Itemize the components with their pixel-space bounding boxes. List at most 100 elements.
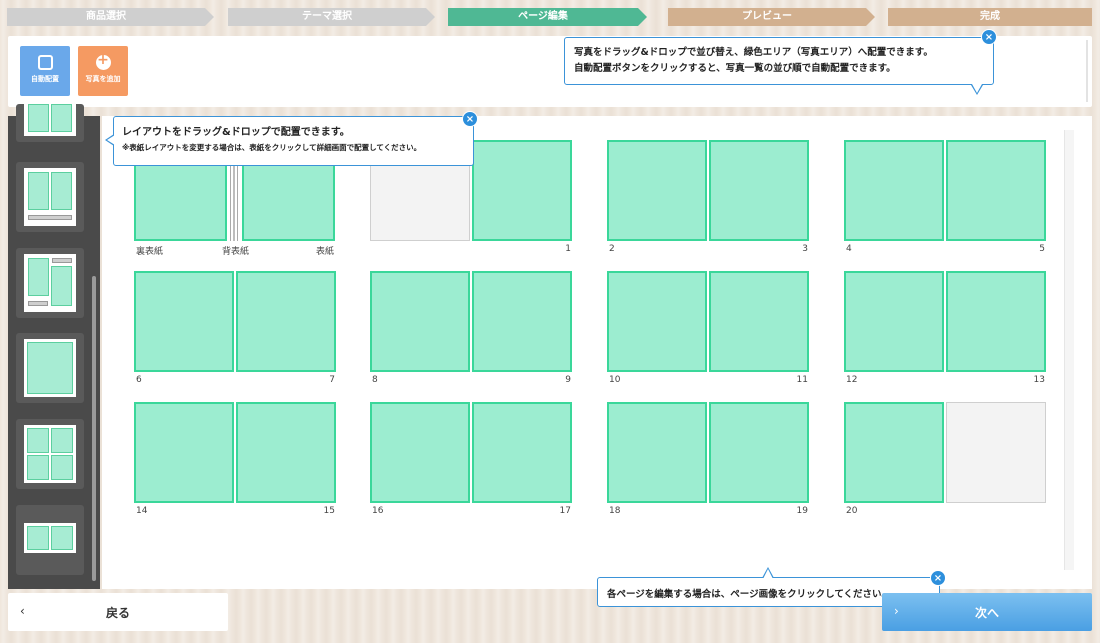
page-20[interactable] (844, 402, 944, 503)
auto-layout-button[interactable]: 自動配置 (20, 46, 70, 96)
page-4[interactable] (844, 140, 944, 241)
spread-p18-19[interactable]: 18 19 (607, 402, 810, 516)
layout-thumb-3[interactable] (16, 248, 84, 318)
photo-slot (27, 428, 49, 453)
front-cover-label: 表紙 (316, 247, 335, 257)
text-slot (28, 301, 48, 306)
back-cover-label: 裏表紙 (136, 247, 164, 257)
spread-p12-13[interactable]: 12 13 (844, 271, 1047, 385)
page-2[interactable] (607, 140, 707, 241)
photo-slot (51, 526, 73, 550)
page-number: 9 (565, 375, 571, 385)
spread-p4-5[interactable]: 4 5 (844, 140, 1047, 254)
page-number: 13 (1033, 375, 1045, 385)
add-photo-button[interactable]: 写真を追加 (78, 46, 128, 96)
page-area-scrollbar[interactable] (1064, 130, 1074, 570)
layout-page (24, 339, 76, 397)
tooltip-pointer-fill (107, 135, 115, 145)
page-number: 15 (323, 506, 335, 516)
tooltip-pointer-fill (763, 569, 773, 579)
tooltip-text-line2: ※表紙レイアウトを変更する場合は、表紙をクリックして詳細画面で配置してください。 (122, 143, 422, 152)
layout-thumb-1[interactable] (16, 104, 84, 142)
page-number: 18 (609, 506, 621, 516)
page-number: 12 (846, 375, 858, 385)
layout-page (24, 523, 76, 553)
page-number: 4 (846, 244, 852, 254)
page-1[interactable] (472, 140, 572, 241)
page-13[interactable] (946, 271, 1046, 372)
page-number: 19 (796, 506, 808, 516)
back-button-label: 戻る (105, 606, 130, 620)
next-button-label: 次へ (974, 606, 999, 620)
page-number: 17 (559, 506, 571, 516)
tooltip-text: 各ページを編集する場合は、ページ画像をクリックしてください。 (607, 589, 892, 600)
spread-p14-15[interactable]: 14 15 (134, 402, 337, 516)
layout-page (24, 168, 76, 226)
page-number: 8 (372, 375, 378, 385)
page-16[interactable] (370, 402, 470, 503)
layout-page (24, 104, 76, 136)
drag-drop-photo-tooltip: 写真をドラッグ&ドロップで並び替え、緑色エリア（写真エリア）へ配置できます。 自… (564, 29, 997, 95)
layout-thumb-2[interactable] (16, 162, 84, 232)
spread-p20[interactable]: 20 (844, 402, 1047, 516)
progress-steps: 商品選択 テーマ選択 ページ編集 プレビュー 完成 (0, 0, 1100, 30)
next-button[interactable]: › 次へ (882, 593, 1092, 631)
page-17[interactable] (472, 402, 572, 503)
layout-sidebar (8, 104, 100, 589)
add-photo-icon (95, 52, 111, 70)
page-6[interactable] (134, 271, 234, 372)
page-18[interactable] (607, 402, 707, 503)
page-number: 11 (796, 375, 808, 385)
photo-list-scrollbar[interactable] (1086, 40, 1088, 102)
auto-layout-icon (37, 55, 53, 70)
photo-slot (27, 455, 49, 480)
page-number: 14 (136, 506, 148, 516)
tooltip-text-line1: レイアウトをドラッグ&ドロップで配置できます。 (122, 127, 350, 138)
page-19[interactable] (709, 402, 809, 503)
tooltip-pointer-fill (972, 84, 982, 93)
close-icon[interactable]: × (930, 570, 946, 586)
spread-p16-17[interactable]: 16 17 (370, 402, 573, 516)
photo-slot (27, 526, 49, 550)
auto-layout-label: 自動配置 (31, 75, 59, 83)
layout-thumb-6[interactable] (16, 505, 84, 575)
layout-thumb-5[interactable] (16, 419, 84, 489)
step-complete: 完成 (888, 8, 1092, 26)
page-9[interactable] (472, 271, 572, 372)
photo-slot (51, 266, 72, 306)
page-5[interactable] (946, 140, 1046, 241)
spread-p6-7[interactable]: 6 7 (134, 271, 337, 385)
blank-page (946, 402, 1046, 503)
photo-slot (51, 428, 73, 453)
layout-page (24, 254, 76, 312)
page-14[interactable] (134, 402, 234, 503)
page-3[interactable] (709, 140, 809, 241)
page-10[interactable] (607, 271, 707, 372)
spread-p10-11[interactable]: 10 11 (607, 271, 810, 385)
page-12[interactable] (844, 271, 944, 372)
page-number: 7 (329, 375, 335, 385)
spread-p8-9[interactable]: 8 9 (370, 271, 573, 385)
tooltip-text-line2: 自動配置ボタンをクリックすると、写真一覧の並び順で自動配置できます。 (574, 63, 896, 74)
photo-slot (51, 172, 72, 210)
step-page-edit: ページ編集 (448, 8, 647, 26)
layout-drag-tooltip: レイアウトをドラッグ&ドロップで配置できます。 ※表紙レイアウトを変更する場合は… (105, 111, 478, 166)
step-product-select: 商品選択 (7, 8, 214, 26)
close-icon[interactable]: × (462, 111, 478, 127)
page-8[interactable] (370, 271, 470, 372)
spread-p2-3[interactable]: 2 3 (607, 140, 810, 254)
page-number: 1 (565, 244, 571, 254)
back-button[interactable]: ‹ 戻る (8, 593, 228, 631)
close-icon[interactable]: × (981, 29, 997, 45)
layout-thumb-4[interactable] (16, 333, 84, 403)
photo-slot (51, 104, 72, 132)
step-theme-select: テーマ選択 (228, 8, 435, 26)
page-number: 20 (846, 506, 858, 516)
page-spreads-area: 裏表紙 背表紙 表紙 1 2 3 4 5 6 7 8 9 10 11 12 13… (102, 116, 1092, 589)
page-7[interactable] (236, 271, 336, 372)
page-11[interactable] (709, 271, 809, 372)
tooltip-text-line1: 写真をドラッグ&ドロップで並び替え、緑色エリア（写真エリア）へ配置できます。 (574, 47, 933, 58)
layout-page (24, 425, 76, 483)
layout-sidebar-scrollbar[interactable] (92, 276, 96, 581)
page-15[interactable] (236, 402, 336, 503)
